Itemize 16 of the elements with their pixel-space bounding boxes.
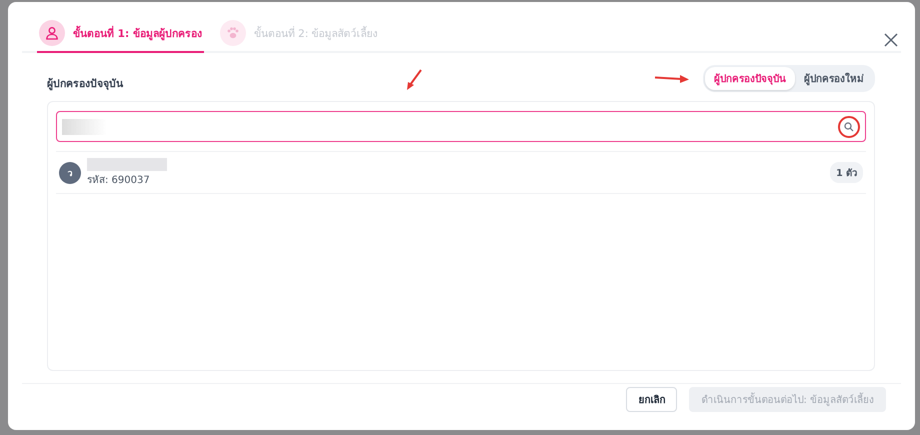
- step-tab[interactable]: ขั้นตอนที่ 1: ข้อมูลผู้ปกครอง: [37, 20, 204, 53]
- person-icon: [45, 26, 59, 40]
- paw-icon: [226, 26, 240, 40]
- section-title: ผู้ปกครองปัจจุบัน: [47, 76, 123, 92]
- avatar: ว: [59, 162, 81, 184]
- pet-count-badge: 1 ตัว: [830, 162, 863, 183]
- search-field[interactable]: [56, 111, 866, 142]
- close-icon[interactable]: [883, 32, 899, 48]
- cancel-button[interactable]: ยกเลิก: [626, 387, 678, 412]
- annotation-arrow-icon: [405, 69, 423, 91]
- guardian-row[interactable]: ว รหัส: 690037 1 ตัว: [56, 151, 866, 194]
- annotation-arrow-icon: [654, 73, 690, 83]
- mode-tab[interactable]: ผู้ปกครองใหม่: [795, 66, 873, 90]
- mode-tab[interactable]: ผู้ปกครองปัจจุบัน: [705, 66, 795, 90]
- guardian-code: รหัส: 690037: [87, 174, 151, 187]
- search-icon[interactable]: [838, 116, 860, 138]
